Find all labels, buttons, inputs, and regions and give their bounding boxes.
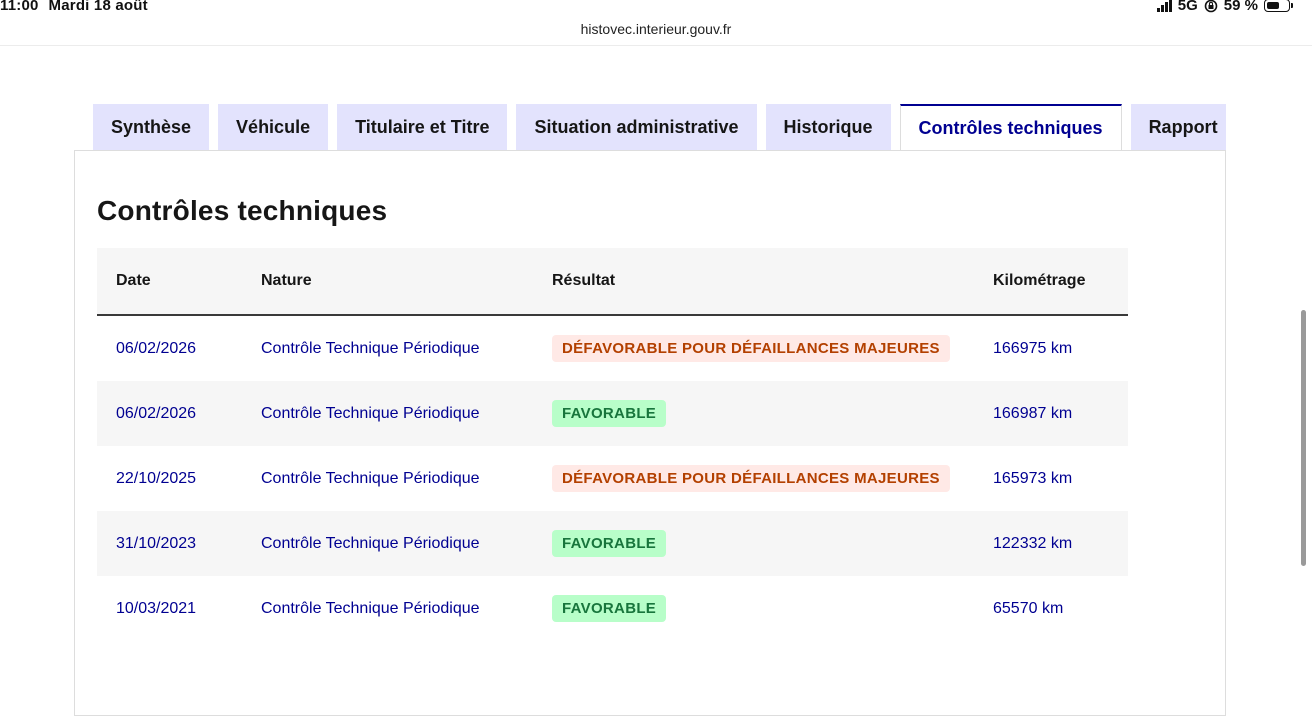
rotation-lock-icon bbox=[1204, 0, 1218, 12]
battery-icon bbox=[1264, 0, 1293, 12]
table-row: 10/03/2021 Contrôle Technique Périodique… bbox=[97, 576, 1128, 641]
cell-result: FAVORABLE bbox=[543, 381, 993, 446]
cell-result: FAVORABLE bbox=[543, 511, 993, 576]
cell-mileage: 166975 km bbox=[993, 339, 1073, 357]
table-header-row: Date Nature Résultat Kilométrage bbox=[97, 248, 1128, 315]
status-bar: 11:00 Mardi 18 août 5G 59 % bbox=[0, 0, 1312, 18]
result-badge-error: DÉFAVORABLE POUR DÉFAILLANCES MAJEURES bbox=[552, 335, 950, 362]
cell-mileage: 122332 km bbox=[993, 534, 1073, 552]
cell-date: 10/03/2021 bbox=[116, 599, 197, 617]
table-row: 31/10/2023 Contrôle Technique Périodique… bbox=[97, 511, 1128, 576]
status-time-date: 11:00 Mardi 18 août bbox=[0, 0, 148, 14]
technical-inspections-table: Date Nature Résultat Kilométrage 06/02/2… bbox=[97, 248, 1128, 641]
result-badge-success: FAVORABLE bbox=[552, 530, 667, 557]
cell-nature: Contrôle Technique Périodique bbox=[261, 469, 480, 487]
table-row: 06/02/2026 Contrôle Technique Périodique… bbox=[97, 381, 1128, 446]
page-title: Contrôles techniques bbox=[97, 195, 388, 226]
cell-mileage: 65570 km bbox=[993, 599, 1064, 617]
cell-date: 22/10/2025 bbox=[116, 469, 197, 487]
cell-date: 06/02/2026 bbox=[116, 404, 197, 422]
status-time: 11:00 bbox=[0, 0, 39, 14]
result-badge-success: FAVORABLE bbox=[552, 595, 667, 622]
address-bar[interactable]: histovec.interieur.gouv.fr bbox=[0, 21, 1312, 37]
result-badge-success: FAVORABLE bbox=[552, 400, 667, 427]
column-header-result: Résultat bbox=[552, 272, 616, 289]
tab-historique[interactable]: Historique bbox=[765, 104, 891, 151]
cell-result: DÉFAVORABLE POUR DÉFAILLANCES MAJEURES bbox=[543, 315, 993, 381]
column-header-nature: Nature bbox=[261, 272, 312, 289]
tab-controles-techniques[interactable]: Contrôles techniques bbox=[899, 104, 1122, 151]
page-scrollbar[interactable] bbox=[1301, 310, 1306, 566]
tab-titulaire-et-titre[interactable]: Titulaire et Titre bbox=[337, 104, 508, 151]
cell-date: 31/10/2023 bbox=[116, 534, 197, 552]
cell-date: 06/02/2026 bbox=[116, 339, 197, 357]
cell-nature: Contrôle Technique Périodique bbox=[261, 534, 480, 552]
table-row: 06/02/2026 Contrôle Technique Périodique… bbox=[97, 315, 1128, 381]
tab-situation-administrative[interactable]: Situation administrative bbox=[516, 104, 757, 151]
table-row: 22/10/2025 Contrôle Technique Périodique… bbox=[97, 446, 1128, 511]
tab-rapport[interactable]: Rapport bbox=[1130, 104, 1226, 151]
result-badge-error: DÉFAVORABLE POUR DÉFAILLANCES MAJEURES bbox=[552, 465, 950, 492]
network-type: 5G bbox=[1177, 0, 1198, 14]
url-text: histovec.interieur.gouv.fr bbox=[580, 21, 732, 37]
tab-synthese[interactable]: Synthèse bbox=[93, 104, 210, 151]
cell-mileage: 166987 km bbox=[993, 404, 1073, 422]
column-header-date: Date bbox=[116, 272, 151, 289]
cell-nature: Contrôle Technique Périodique bbox=[261, 339, 480, 357]
cell-nature: Contrôle Technique Périodique bbox=[261, 599, 480, 617]
cellular-signal-icon bbox=[1156, 0, 1172, 12]
tab-list: Synthèse Véhicule Titulaire et Titre Sit… bbox=[93, 104, 1226, 151]
cell-mileage: 165973 km bbox=[993, 469, 1073, 487]
cell-nature: Contrôle Technique Périodique bbox=[261, 404, 480, 422]
cell-result: FAVORABLE bbox=[543, 576, 993, 641]
battery-percent: 59 % bbox=[1223, 0, 1258, 14]
tab-vehicule[interactable]: Véhicule bbox=[218, 104, 329, 151]
status-date: Mardi 18 août bbox=[48, 0, 148, 14]
column-header-mileage: Kilométrage bbox=[993, 272, 1086, 289]
cell-result: DÉFAVORABLE POUR DÉFAILLANCES MAJEURES bbox=[543, 446, 993, 511]
toolbar-divider bbox=[0, 45, 1312, 46]
status-indicators: 5G 59 % bbox=[1156, 0, 1293, 14]
